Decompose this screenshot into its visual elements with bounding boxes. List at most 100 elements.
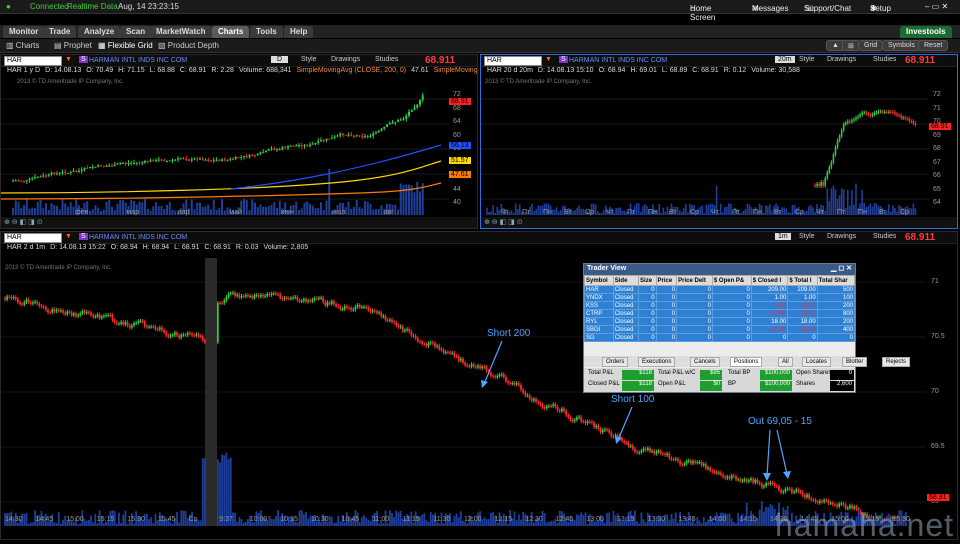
studies-button[interactable]: Studies <box>873 56 896 63</box>
tab-tools[interactable]: Tools <box>250 26 283 38</box>
column-header[interactable]: Price Delt <box>676 275 713 286</box>
column-header[interactable]: $ Closed I <box>750 275 789 286</box>
symbol-input[interactable]: HAR <box>4 56 62 66</box>
style-button[interactable]: Style <box>799 233 815 240</box>
tab-blotter[interactable]: Blotter <box>842 357 868 367</box>
column-header[interactable]: $ Total I <box>787 275 818 286</box>
volume-bar <box>180 510 183 526</box>
reset-button[interactable]: Reset <box>918 40 949 51</box>
drawings-button[interactable]: Drawings <box>331 56 360 63</box>
volume-bar <box>551 209 554 215</box>
volume-bar <box>670 513 673 526</box>
column-header[interactable]: Price <box>655 275 678 286</box>
window-controls[interactable]: – ▭ ✕ <box>925 2 948 11</box>
link-icon[interactable]: ▼ <box>65 233 72 240</box>
column-header[interactable]: $ Open P& <box>711 275 752 286</box>
period-button[interactable]: D <box>271 56 289 63</box>
studies-button[interactable]: Studies <box>375 56 398 63</box>
period-button[interactable]: 1m <box>775 233 791 240</box>
candle <box>636 451 638 453</box>
closed-pl-label: Closed P&L <box>588 381 620 387</box>
grid-button[interactable]: Grid <box>858 40 884 51</box>
tab-all[interactable]: All <box>778 357 793 367</box>
table-row[interactable]: CTRP Closed 0 0 0 0 -72.00 -72.00 800 <box>584 309 856 318</box>
volume-bar <box>726 514 729 526</box>
candle <box>309 300 312 302</box>
table-row[interactable]: HAR Closed 0 0 0 0 209.00 209.00 500 <box>584 285 856 294</box>
column-header[interactable]: Size <box>638 275 657 286</box>
tab-executions[interactable]: Executions <box>638 357 676 367</box>
time-tick-label: 10:30 <box>311 516 329 523</box>
subtab-prophet[interactable]: ▤ Prophet <box>54 41 92 50</box>
tab-positions[interactable]: Positions <box>730 357 763 367</box>
trader-view-titlebar[interactable]: Trader View ▁ ◻ ✕ <box>584 264 855 275</box>
trader-view-window[interactable]: Trader View ▁ ◻ ✕ Symbol Side Size Price Pri… <box>583 263 911 393</box>
table-row[interactable]: SBGI Closed 0 0 0 0 -30.00 -30.00 400 <box>584 325 856 334</box>
tab-monitor[interactable]: Monitor <box>3 26 45 38</box>
volume-bar <box>750 207 753 215</box>
tab-analyze[interactable]: Analyze <box>78 26 121 38</box>
tab-help[interactable]: Help <box>284 26 314 38</box>
subtab-charts[interactable]: ▥ Charts <box>6 41 39 50</box>
drawings-button[interactable]: Drawings <box>827 233 856 240</box>
subtab-flexible-grid[interactable]: ▦ Flexible Grid <box>98 41 153 50</box>
candle <box>413 107 416 110</box>
table-row[interactable]: KSS Closed 0 0 0 0 -8.00 -8.00 200 <box>584 301 856 310</box>
candle <box>4 298 6 300</box>
column-header[interactable]: Side <box>612 275 640 286</box>
volume-bar <box>154 514 157 526</box>
chart-footer-controls[interactable]: ⊕ ⊖ ◧ ◨ ⊙ <box>481 217 957 228</box>
tab-marketwatch[interactable]: MarketWatch <box>150 26 212 38</box>
tab-trade[interactable]: Trade <box>43 26 77 38</box>
candle <box>227 293 230 297</box>
tab-cancels[interactable]: Cancels <box>690 357 720 367</box>
table-row[interactable]: SG Closed 0 0 0 0 0 0 0 <box>584 333 856 342</box>
candle <box>584 421 587 424</box>
column-header[interactable]: Symbol <box>584 275 614 286</box>
subtab-product-depth[interactable]: ▧ Product Depth <box>158 41 219 50</box>
zoom-controls-icon[interactable]: ⊕ ⊖ ◧ ◨ ⊙ <box>484 218 523 226</box>
link-icon[interactable]: ▼ <box>545 56 552 63</box>
tab-charts[interactable]: Charts <box>212 26 250 38</box>
shares-value: 2,600 <box>830 381 854 391</box>
candle <box>369 309 372 312</box>
candle <box>311 143 314 145</box>
open-shares-value: 0 <box>830 370 854 380</box>
zoom-controls-icon[interactable]: ⊕ ⊖ ◧ ◨ ⊙ <box>4 218 43 226</box>
volume-bar <box>623 210 626 215</box>
investools-button[interactable]: Investools <box>900 26 952 38</box>
style-button[interactable]: Style <box>301 56 317 63</box>
candle <box>829 502 832 504</box>
symbol-input[interactable]: HAR <box>4 233 62 243</box>
table-row[interactable]: YNDX Closed 0 0 0 0 1.00 1.00 100 <box>584 293 856 302</box>
symbols-button[interactable]: Symbols <box>882 40 921 51</box>
candle <box>128 325 131 328</box>
candle <box>292 145 295 147</box>
volume-bar <box>256 207 259 215</box>
bp-value: $100,000 <box>760 381 792 391</box>
table-cell: Closed <box>612 293 640 302</box>
volume-bar <box>442 523 445 526</box>
volume-bar <box>765 205 767 215</box>
column-header[interactable]: Total Shar <box>816 275 856 286</box>
tab-scan[interactable]: Scan <box>120 26 152 38</box>
candle <box>382 316 385 318</box>
tab-locates[interactable]: Locates <box>802 357 832 367</box>
table-row[interactable]: RYL Closed 0 0 0 0 18.00 18.00 200 <box>584 317 856 326</box>
studies-button[interactable]: Studies <box>873 233 896 240</box>
window-controls[interactable]: ▁ ◻ ✕ <box>831 264 852 272</box>
tab-rejects[interactable]: Rejects <box>882 357 911 367</box>
chart-footer-controls[interactable]: ⊕ ⊖ ◧ ◨ ⊙ <box>1 217 477 228</box>
period-button[interactable]: 20m <box>775 56 795 63</box>
symbol-input[interactable]: HAR <box>484 56 542 66</box>
volume-bar <box>533 522 535 526</box>
candle <box>599 428 602 433</box>
tab-orders[interactable]: Orders <box>602 357 629 367</box>
volume-bar <box>871 206 874 215</box>
link-icon[interactable]: ▼ <box>65 56 72 63</box>
style-button[interactable]: Style <box>799 56 815 63</box>
intraday-20m-chart[interactable] <box>481 89 929 215</box>
daily-price-chart[interactable] <box>1 89 449 215</box>
candle <box>490 372 492 376</box>
drawings-button[interactable]: Drawings <box>827 56 856 63</box>
